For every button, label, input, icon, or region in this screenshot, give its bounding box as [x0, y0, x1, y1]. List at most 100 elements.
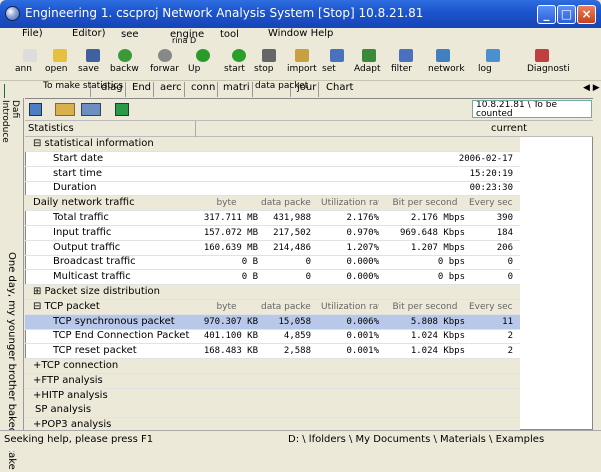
maximize-button[interactable]: □	[557, 5, 576, 24]
row-label: Input traffic	[53, 226, 112, 238]
table-row[interactable]: +HITP analysis	[25, 388, 520, 404]
cell-every: 206	[496, 242, 513, 253]
table-row[interactable]: start time 15:20:19	[25, 167, 520, 182]
tab-aerc[interactable]: aerc	[160, 82, 185, 97]
tab-conn[interactable]: conn	[191, 82, 219, 97]
tab-end[interactable]: End	[132, 82, 155, 97]
column-header-bits[interactable]: Bit per second	[385, 196, 465, 211]
tab-journal[interactable]: jour	[297, 82, 320, 97]
column-header-packets[interactable]: data packet	[261, 300, 311, 315]
column-header-every[interactable]: Every second	[469, 196, 513, 211]
toolbar-button-adapt[interactable]: Adapt	[354, 47, 384, 79]
toolbar-button-filter[interactable]: filter	[391, 47, 421, 79]
cell-byte: 157.072 MB	[203, 227, 258, 238]
left-panel-tab[interactable]: Dafi Introduce	[2, 100, 20, 156]
minimize-button[interactable]: _	[537, 5, 556, 24]
column-header-byte[interactable]: byte	[195, 196, 258, 211]
column-header-util[interactable]: Utilization rate	[321, 196, 379, 211]
cell-byte: 317.711 MB	[203, 213, 258, 223]
toolbar-label: log	[478, 64, 492, 74]
cell-every: 2	[507, 331, 513, 342]
cell-util: 1.207%	[346, 242, 379, 253]
toolbar-button-set[interactable]: set	[322, 47, 352, 79]
menu-file[interactable]: File)	[22, 28, 43, 44]
table-row[interactable]: ⊟ TCP packet byte data packet Utilization r…	[25, 299, 520, 315]
toolbar-button-ann[interactable]: ann	[15, 47, 45, 79]
toolbar-button-backw[interactable]: backw	[110, 47, 140, 79]
table-row[interactable]: ⊟ statistical information	[25, 137, 520, 152]
options-icon[interactable]	[81, 103, 101, 116]
row-label: ⊟ TCP packet	[33, 300, 100, 312]
view-tabs: To make statistics diag End aerc conn ma…	[5, 82, 601, 98]
table-row[interactable]: TCP synchronous packet 970.307 KB 15,058 0.…	[25, 314, 520, 330]
menu-window-help[interactable]: Window Help	[268, 28, 333, 44]
header-statistics[interactable]: Statistics	[28, 123, 74, 134]
table-row[interactable]: Start date 2006-02-17	[25, 152, 520, 167]
tab-data-packet[interactable]: data packet	[255, 82, 308, 97]
table-row[interactable]: Daily network traffic byte data packet Util…	[25, 196, 520, 212]
cell-packets: 431,988	[273, 213, 311, 223]
column-header-every[interactable]: Every second	[469, 300, 513, 315]
table-row[interactable]: Broadcast traffic 0 B 0 0.000% 0 bps 0	[25, 255, 520, 271]
table-row[interactable]: Input traffic 157.072 MB 217,502 0.970% 969.…	[25, 226, 520, 241]
tab-matrix[interactable]: matri	[223, 82, 253, 97]
table-row[interactable]: ⊞ Packet size distribution	[25, 285, 520, 300]
tab-diag[interactable]: diag	[101, 82, 126, 97]
filter-icon	[399, 49, 413, 62]
table-row[interactable]: Multicast traffic 0 B 0 0.000% 0 bps 0	[25, 270, 520, 286]
toolbar-button-diagnosti[interactable]: Diagnosti	[527, 47, 570, 79]
column-header-bits[interactable]: Bit per second	[385, 300, 465, 315]
menu-view[interactable]: see	[121, 29, 139, 45]
toolbar-button-open[interactable]: open	[45, 47, 75, 79]
cell-util: 0.970%	[346, 227, 379, 238]
refresh-icon[interactable]	[115, 103, 129, 116]
toolbar-button-stop[interactable]: stop	[254, 47, 284, 79]
new-icon	[23, 49, 37, 62]
menu-edit[interactable]: Editor)	[72, 28, 106, 44]
row-label: Total traffic	[53, 212, 109, 223]
toolbar-button-log[interactable]: log	[478, 47, 508, 79]
table-row[interactable]: SP analysis	[25, 403, 520, 419]
tab-statistics[interactable]: To make statistics	[43, 82, 123, 97]
toolbar-button-up[interactable]: Up	[188, 47, 218, 79]
toolbar-button-import[interactable]: import	[287, 47, 317, 79]
table-row[interactable]: Duration 00:23:30	[25, 181, 520, 197]
column-header-packets[interactable]: data packet	[261, 196, 311, 211]
cell-packets: 0	[305, 272, 311, 283]
toolbar-button-start[interactable]: start	[224, 47, 254, 79]
table-row[interactable]: Output traffic 160.639 MB 214,486 1.207% 1.2…	[25, 241, 520, 256]
forward-arrow-icon	[158, 49, 172, 62]
cell-byte: 168.483 KB	[203, 346, 258, 357]
tab-scroll-arrows[interactable]: ◀ ▶	[583, 83, 600, 93]
menu-tool[interactable]: tool	[220, 29, 239, 45]
path-field[interactable]: 10.8.21.81 \ To be counted	[472, 100, 592, 118]
row-label: TCP End Connection Packet	[53, 330, 190, 342]
save-stats-icon[interactable]	[29, 103, 42, 116]
toolbar-button-network[interactable]: network	[428, 47, 465, 79]
cell-util: 0.006%	[346, 316, 379, 327]
status-help: Seeking help, please press F1	[4, 434, 154, 445]
column-header-byte[interactable]: byte	[195, 300, 258, 315]
table-row[interactable]: TCP reset packet 168.483 KB 2,588 0.001% 1.0…	[25, 344, 520, 360]
table-row[interactable]: +TCP connection	[25, 359, 520, 374]
row-label: Output traffic	[53, 241, 121, 253]
view-mode-icon[interactable]	[55, 103, 75, 116]
table-row[interactable]: +FTP analysis	[25, 373, 520, 389]
app-icon	[5, 6, 20, 21]
cell-packets: 0	[305, 257, 311, 268]
cell-packets: 2,588	[283, 346, 311, 357]
toolbar-button-forwar[interactable]: forwar	[150, 47, 180, 79]
close-button[interactable]: ×	[577, 5, 596, 24]
import-icon	[295, 49, 309, 62]
header-divider[interactable]	[195, 121, 196, 137]
cell-byte: 970.307 KB	[203, 316, 258, 327]
cell-bits: 1.024 Kbps	[410, 331, 465, 342]
table-row[interactable]: TCP End Connection Packet 401.100 KB 4,859…	[25, 329, 520, 345]
cell-util: 2.176%	[346, 213, 379, 223]
toolbar-button-save[interactable]: save	[78, 47, 108, 79]
column-header-util[interactable]: Utilization rate	[321, 300, 379, 315]
toolbar-label: ann	[15, 64, 32, 74]
table-row[interactable]: Total traffic 317.711 MB 431,988 2.176% 2.17…	[25, 211, 520, 226]
tab-chart[interactable]: Chart	[326, 82, 355, 97]
header-current[interactable]: current	[491, 123, 527, 134]
